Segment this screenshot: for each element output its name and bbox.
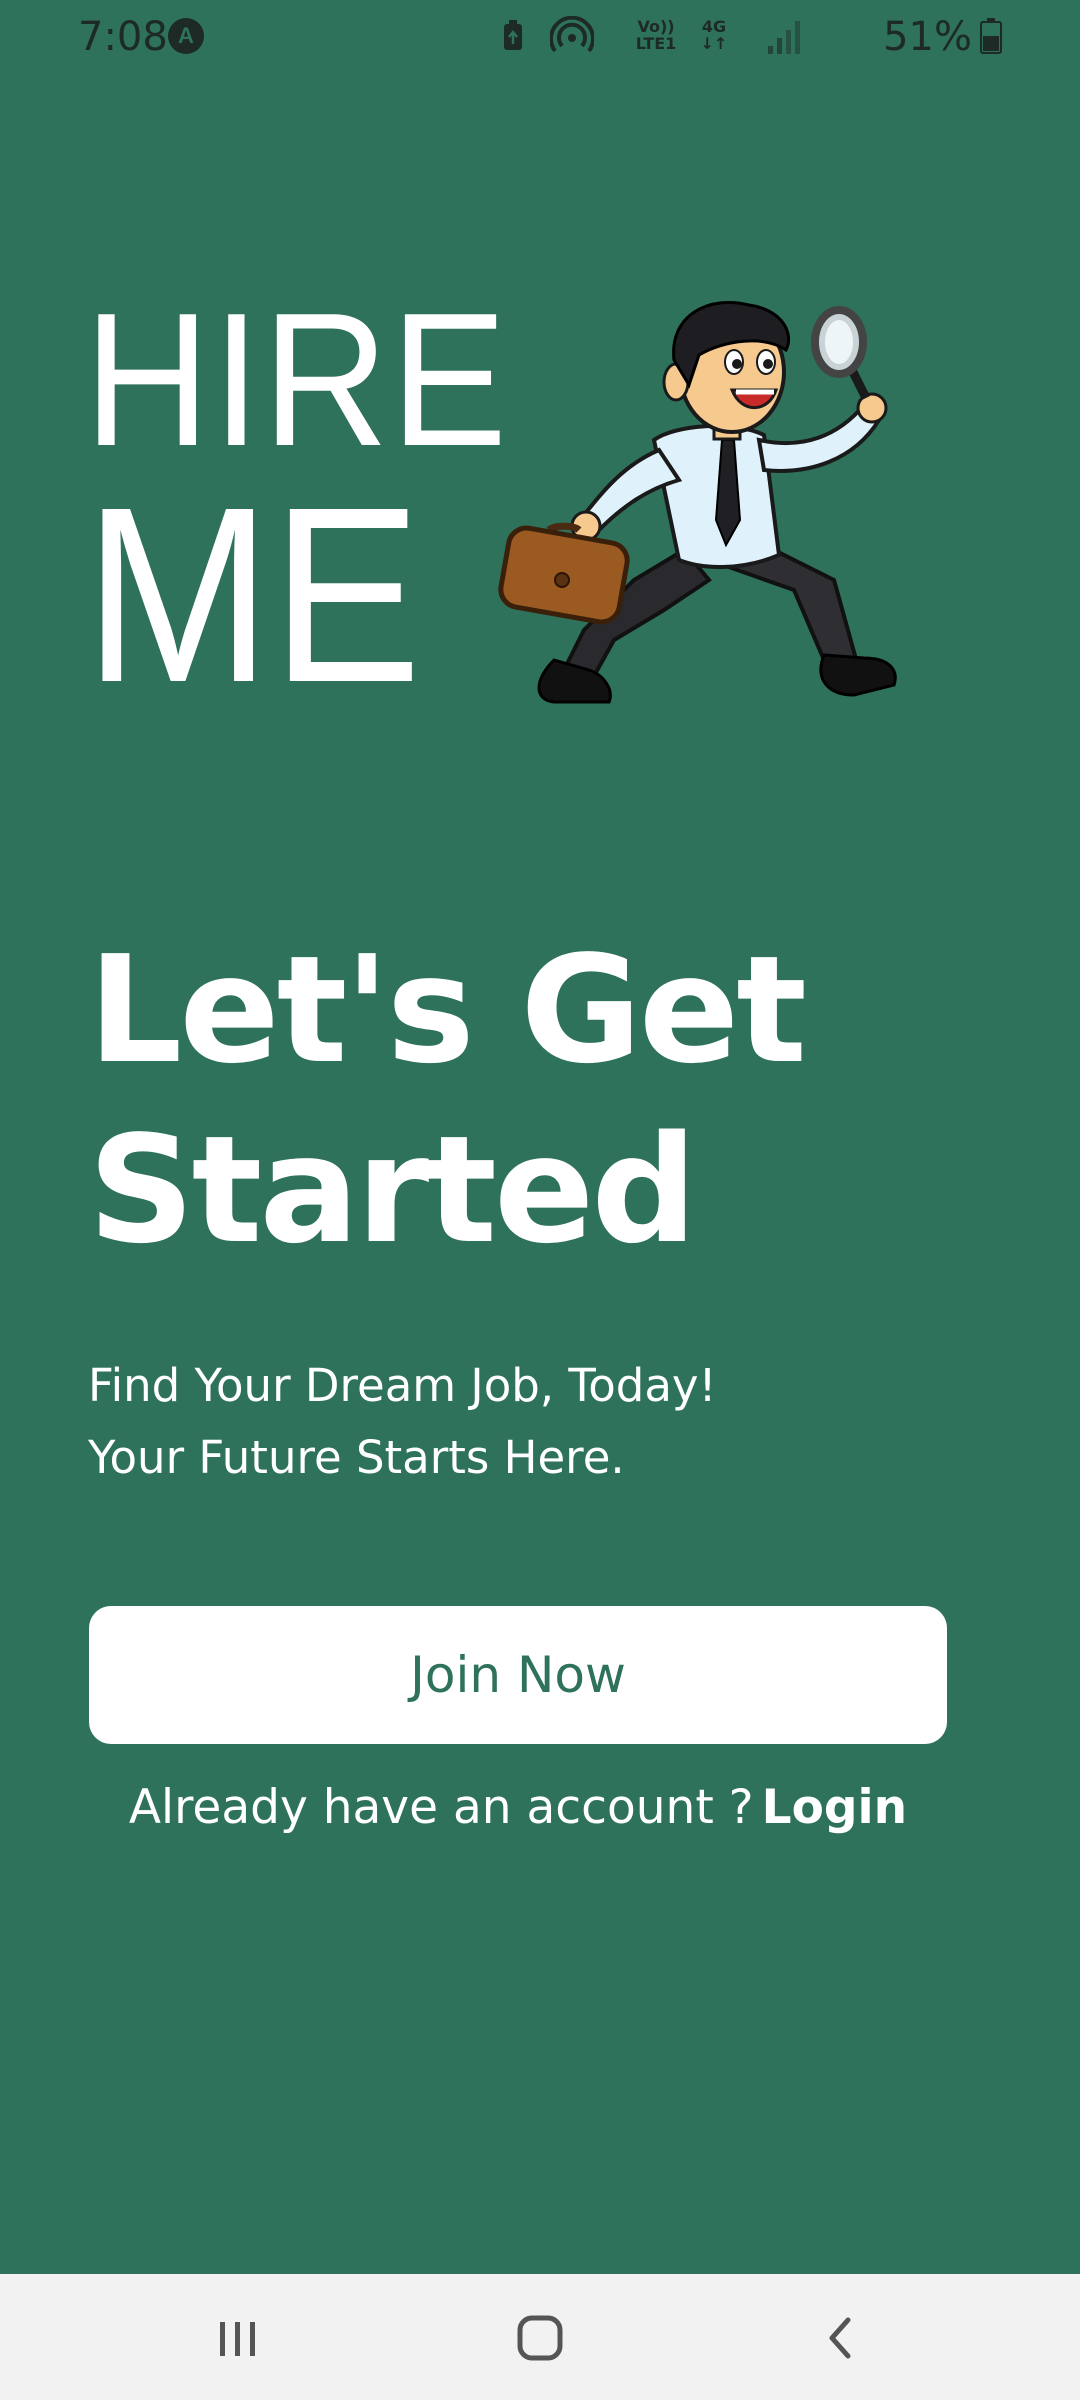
join-now-button[interactable]: Join Now xyxy=(89,1606,947,1744)
app-notification-icon: A xyxy=(168,18,204,54)
page-title-line1: Let's Get xyxy=(88,924,807,1096)
system-nav-bar xyxy=(0,2274,1080,2400)
volte-icon: Vo)) LTE1 xyxy=(626,18,686,52)
recents-icon[interactable] xyxy=(198,2302,278,2372)
battery-icon xyxy=(980,18,1002,54)
battery-saver-icon xyxy=(504,20,522,50)
battery-percent: 51% xyxy=(883,14,972,60)
network-type: 4G ↓↑ xyxy=(696,18,732,52)
status-time: 7:08 xyxy=(78,14,168,60)
home-icon[interactable] xyxy=(500,2302,580,2372)
tagline: Find Your Dream Job, Today! Your Future … xyxy=(88,1350,988,1494)
tagline-line1: Find Your Dream Job, Today! xyxy=(88,1359,717,1412)
status-bar: 7:08 A Vo)) LTE1 4G ↓↑ 51% xyxy=(0,0,1080,80)
volte-line2: LTE1 xyxy=(635,34,677,53)
back-icon[interactable] xyxy=(802,2302,882,2372)
page-title-line2: Started xyxy=(88,1104,697,1276)
app-logo: HIRE ME xyxy=(84,274,944,734)
login-link[interactable]: Login xyxy=(762,1780,907,1835)
signal-icon xyxy=(768,21,800,54)
tagline-line2: Your Future Starts Here. xyxy=(88,1431,625,1484)
mascot-businessman-icon xyxy=(498,300,897,704)
logo-text-hire: HIRE xyxy=(84,274,509,486)
network-arrows: ↓↑ xyxy=(700,34,728,53)
login-prompt-row: Already have an account ? Login xyxy=(0,1780,1036,1835)
hotspot-icon xyxy=(550,16,594,53)
page-title: Let's Get Started xyxy=(88,920,988,1280)
network-label: 4G xyxy=(701,17,727,36)
login-prompt-text: Already have an account ? xyxy=(128,1780,754,1835)
logo-text-me: ME xyxy=(84,455,422,734)
volte-line1: Vo)) xyxy=(637,17,675,36)
